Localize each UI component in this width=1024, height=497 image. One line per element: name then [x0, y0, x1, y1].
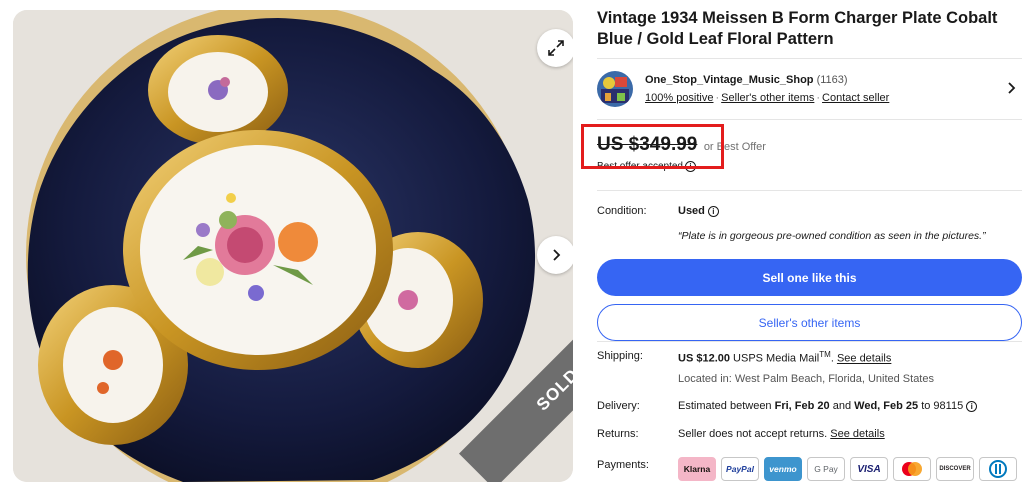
- paypal-icon: PayPal: [721, 457, 759, 481]
- payments-label: Payments:: [597, 459, 649, 471]
- item-title: Vintage 1934 Meissen B Form Charger Plat…: [597, 9, 998, 48]
- chevron-right-icon: [553, 249, 561, 261]
- info-icon[interactable]: i: [966, 400, 978, 412]
- divider: [597, 190, 1022, 191]
- sold-label: SOLD: [532, 364, 573, 415]
- chevron-right-icon[interactable]: [1006, 81, 1018, 95]
- delivery-label: Delivery:: [597, 400, 640, 412]
- expand-image-button[interactable]: [537, 29, 573, 67]
- sell-one-like-this-button[interactable]: Sell one like this: [597, 259, 1022, 296]
- separator-dot: ·: [816, 92, 821, 104]
- returns-text: Seller does not accept returns.: [678, 428, 828, 440]
- seller-name-line: One_Stop_Vintage_Music_Shop (1163): [645, 74, 848, 86]
- item-details-panel: Vintage 1934 Meissen B Form Charger Plat…: [597, 8, 1022, 481]
- delivery-start: Fri, Feb 20: [774, 400, 830, 412]
- mastercard-icon: [893, 457, 931, 481]
- plate-photo: [13, 10, 573, 482]
- store-logo-icon: [597, 71, 633, 107]
- seller-feedback-count: (1163): [816, 74, 848, 86]
- delivery-value-line: Estimated between Fri, Feb 20 and Wed, F…: [678, 400, 978, 412]
- mastercard-logo-icon: [902, 462, 922, 476]
- payment-methods: Klarna PayPal venmo G Pay VISA DISCOVER: [678, 457, 1017, 481]
- contact-seller-link[interactable]: Contact seller: [822, 92, 889, 104]
- expand-icon: [548, 40, 564, 56]
- seller-links: 100% positive · Seller's other items · Conta…: [645, 92, 889, 104]
- seller-name[interactable]: One_Stop_Vintage_Music_Shop: [645, 74, 814, 86]
- condition-note: “Plate is in gorgeous pre-owned conditio…: [678, 230, 986, 242]
- shipping-cost: US $12.00: [678, 352, 730, 365]
- discover-icon: DISCOVER: [936, 457, 974, 481]
- shipping-service: USPS Media Mail: [733, 352, 820, 365]
- visa-icon: VISA: [850, 457, 888, 481]
- seller-avatar[interactable]: [597, 71, 633, 107]
- price-highlight-box: [581, 124, 724, 169]
- condition-value-line: Used i: [678, 205, 719, 217]
- item-image-gallery[interactable]: SOLD: [13, 10, 573, 482]
- returns-details-link[interactable]: See details: [830, 428, 884, 440]
- condition-value: Used: [678, 205, 705, 217]
- shipping-value-line: US $12.00 USPS Media MailTM. See details: [678, 350, 892, 365]
- klarna-icon: Klarna: [678, 457, 716, 481]
- venmo-icon: venmo: [764, 457, 802, 481]
- info-icon[interactable]: i: [707, 205, 719, 217]
- shipping-label: Shipping:: [597, 350, 643, 362]
- returns-value-line: Seller does not accept returns. See deta…: [678, 428, 885, 440]
- seller-card[interactable]: One_Stop_Vintage_Music_Shop (1163) 100% …: [597, 58, 1022, 120]
- delivery-end: Wed, Feb 25: [854, 400, 919, 412]
- delivery-prefix: Estimated between: [678, 400, 772, 412]
- delivery-and: and: [832, 400, 852, 412]
- diners-club-logo-icon: [989, 460, 1007, 478]
- delivery-zip: to 98115: [921, 400, 964, 412]
- shipping-details-link[interactable]: See details: [837, 353, 891, 365]
- returns-label: Returns:: [597, 428, 639, 440]
- diners-club-icon: [979, 457, 1017, 481]
- item-location: Located in: West Palm Beach, Florida, Un…: [678, 373, 934, 385]
- separator-dot: ·: [715, 92, 720, 104]
- trademark: TM: [819, 350, 831, 359]
- next-image-button[interactable]: [537, 236, 573, 274]
- seller-other-items-link[interactable]: Seller's other items: [721, 92, 814, 104]
- seller-positive-link[interactable]: 100% positive: [645, 92, 714, 104]
- divider: [597, 341, 1022, 342]
- seller-other-items-button[interactable]: Seller's other items: [597, 304, 1022, 341]
- google-pay-icon: G Pay: [807, 457, 845, 481]
- condition-label: Condition:: [597, 205, 647, 217]
